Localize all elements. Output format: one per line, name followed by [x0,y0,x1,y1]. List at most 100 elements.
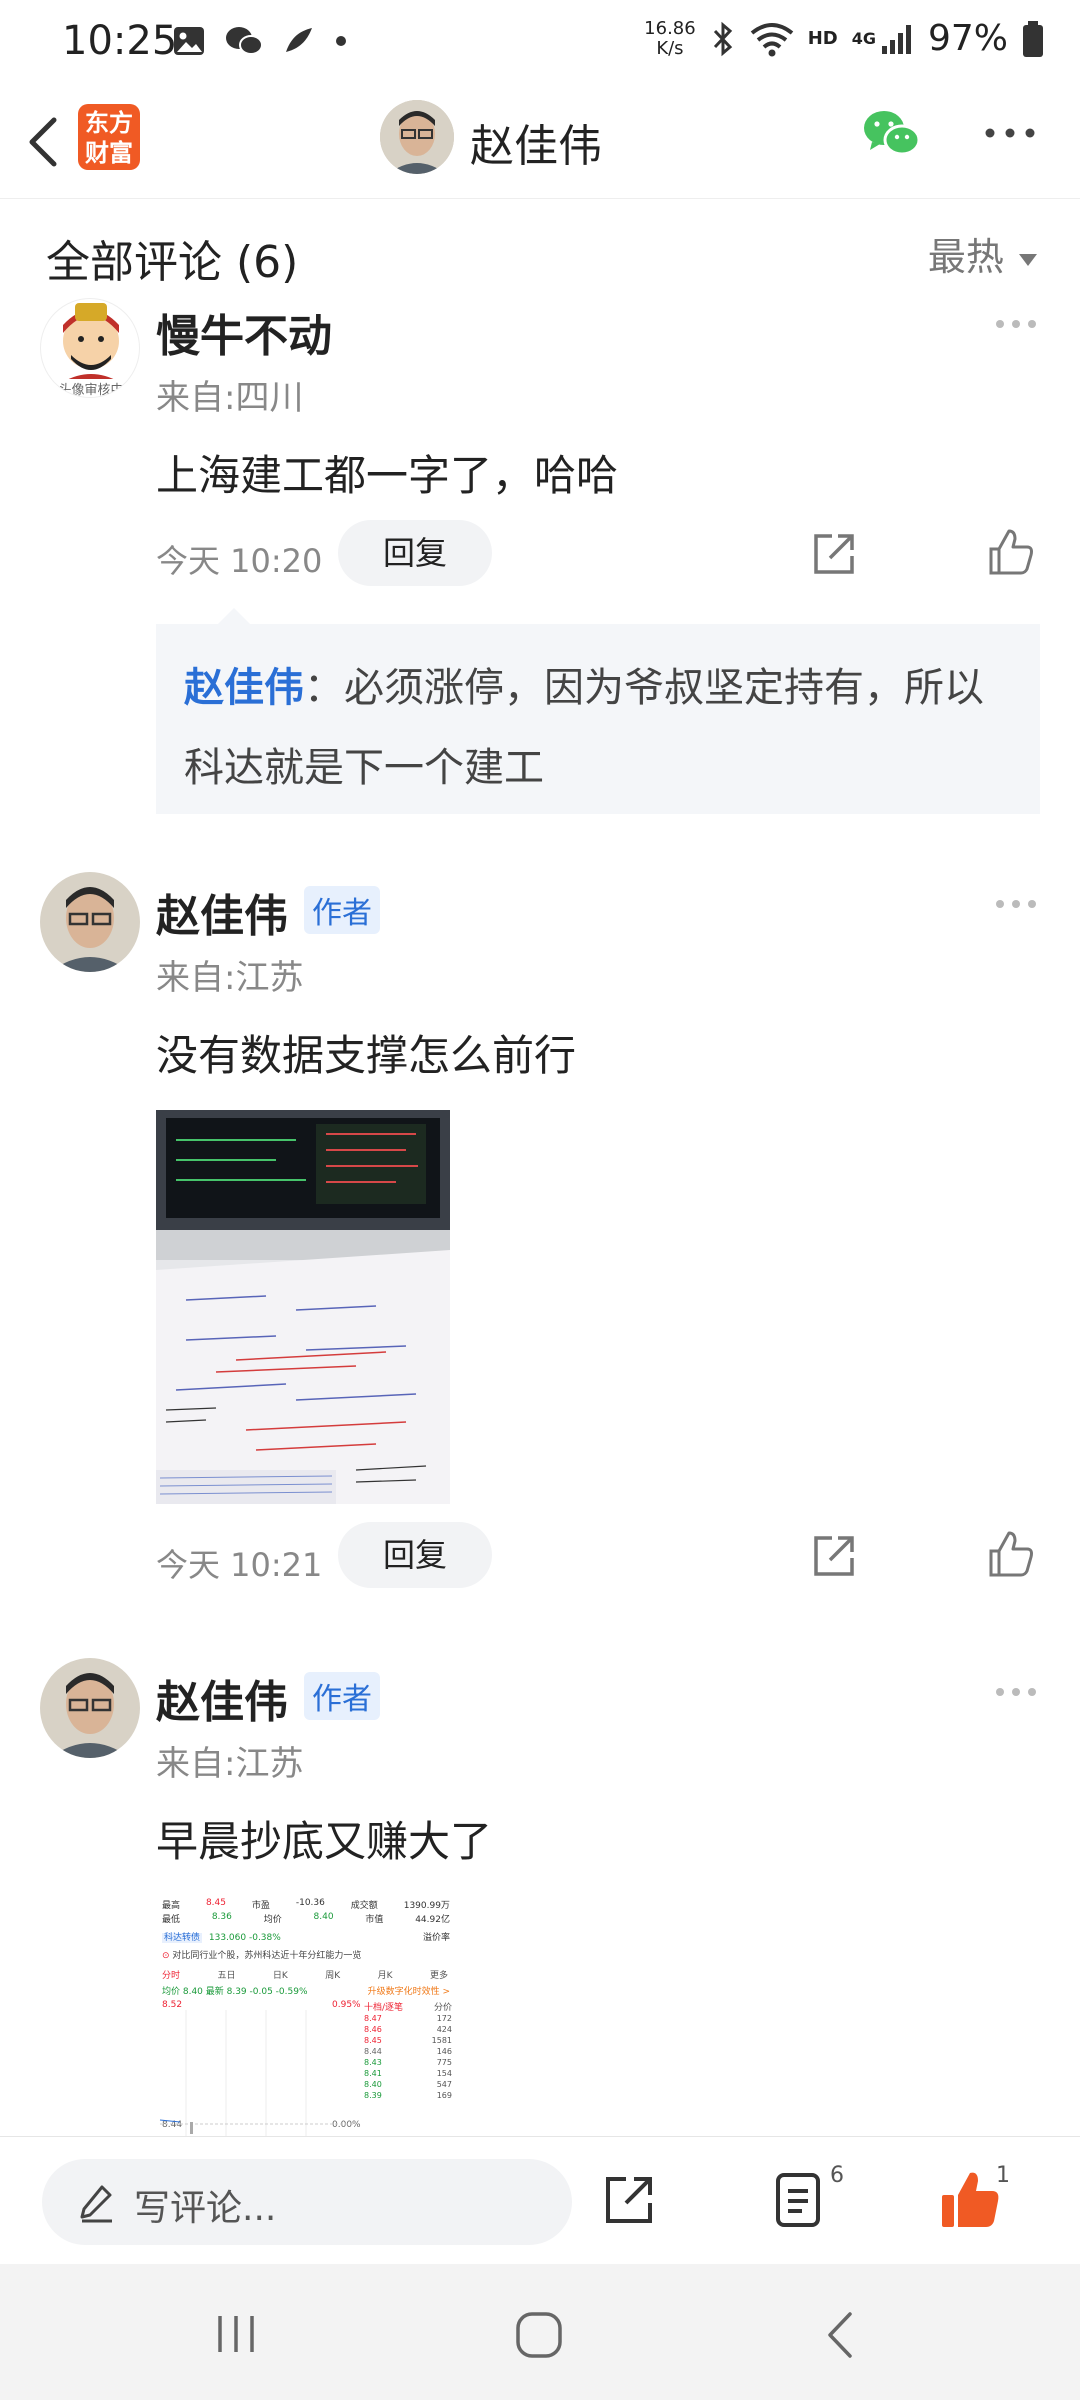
author-tag: 作者 [304,886,380,934]
comment-more-icon[interactable] [994,1686,1038,1698]
gallery-icon [174,27,204,55]
tick-price: 8.39 [364,2091,382,2100]
signal-icon [881,24,911,54]
comments-list-icon[interactable] [774,2171,828,2229]
recent-apps-icon[interactable] [212,2312,260,2356]
chart-tabs: 分时 五日 日K 周K 月K 更多 [162,1971,448,1981]
stock-notice: ⊙ 对比同行业个股，苏州科达近十年分红能力一览 [162,1951,362,1961]
status-right: 16.86 K/s HD 4G 97% [644,18,1044,59]
tick-row: 8.46 424 [364,2024,452,2035]
commenter-location: 来自:江苏 [156,958,304,998]
quoted-reply-text: ：必须涨停，因为爷叔坚定持有，所以科达就是下一个建工 [184,665,984,791]
sort-dropdown[interactable]: 最热 [928,226,1040,281]
write-comment-placeholder: 写评论... [134,2188,277,2229]
network-type: 4G [851,29,876,48]
tick-row: 8.40 547 [364,2079,452,2090]
tick-volume: 172 [436,2014,452,2023]
commenter-avatar[interactable] [40,1658,140,1758]
battery-icon [1023,20,1043,57]
comment-more-icon[interactable] [994,898,1038,910]
stock-row-low: 最低 8.36 均价 8.40 市值 44.92亿 [162,1912,450,1925]
author-avatar[interactable] [380,100,454,174]
status-bar: 10:25 16.86 K/s HD 4G 97% [0,0,1080,88]
top-nav-bar: 东方 财富 赵佳伟 [0,88,1080,199]
tick-price: 8.47 [364,2014,382,2023]
tick-volume: 146 [436,2047,452,2056]
tick-price: 8.40 [364,2080,382,2089]
premium-rate: 溢价率 [422,1933,450,1943]
back-arrow-icon[interactable] [20,112,68,172]
pencil-icon [80,2185,112,2223]
upgrade-hint: 升级数字化时效性 > [367,1987,450,1997]
tick-row: 8.41 154 [364,2068,452,2079]
stock-row-high: 最高 8.45 市盈 -10.36 成交额 1390.99万 [162,1898,450,1911]
quoted-reply-name[interactable]: 赵佳伟 [184,665,304,711]
system-nav-bar [0,2264,1080,2400]
network-speed: 16.86 K/s [644,17,696,59]
tick-price: 8.44 [364,2047,382,2056]
comment-count: 6 [830,2163,844,2188]
like-icon[interactable] [985,1529,1035,1579]
tick-volume: 169 [436,2091,452,2100]
order-book: 十档/逐笔 分价 8.47 172 8.46 424 8.45 1581 8.44 146 8.… [364,2003,452,2101]
share-icon[interactable] [602,2173,656,2227]
tick-volume: 1581 [431,2036,452,2045]
system-back-icon[interactable] [822,2310,858,2360]
tick-price: 8.43 [364,2058,382,2067]
home-icon[interactable] [514,2310,564,2360]
app-notify-icon [286,28,312,52]
battery-percent: 97% [927,18,1008,59]
page-title: 赵佳伟 [470,121,602,172]
comment-time: 今天 10:21 [156,1546,323,1584]
tick-row: 8.39 169 [364,2090,452,2101]
tick-volume: 154 [436,2069,452,2078]
sort-label: 最热 [927,235,1004,279]
commenter-name[interactable]: 赵佳伟 [156,1666,288,1730]
commenter-location: 来自:江苏 [156,1744,304,1784]
pct-top: 0.95% [332,2000,361,2010]
more-options-icon[interactable] [980,118,1040,148]
comment-time: 今天 10:20 [156,542,323,580]
comment-image-notes[interactable] [156,1110,450,1504]
hd-label: HD [807,28,838,49]
commenter-name[interactable]: 赵佳伟 [156,880,288,944]
app-logo[interactable]: 东方 财富 [78,104,140,170]
commenter-name[interactable]: 慢牛不动 [156,300,332,364]
author-tag: 作者 [304,1672,380,1720]
tick-volume: 775 [436,2058,452,2067]
quoted-reply[interactable]: 赵佳伟：必须涨停，因为爷叔坚定持有，所以科达就是下一个建工 [156,624,1040,814]
write-comment-input[interactable]: 写评论... [42,2159,572,2245]
comments-section-title: 全部评论 (6) [46,237,299,288]
quote-pointer [218,608,250,624]
price-top: 8.52 [162,2000,183,2010]
share-icon[interactable] [810,530,858,578]
status-time: 10:25 [62,18,178,64]
tick-row: 8.47 172 [364,2013,452,2024]
commenter-avatar[interactable] [40,872,140,972]
comment-more-icon[interactable] [994,318,1038,330]
comment-text: 上海建工都一字了，哈哈 [156,451,619,500]
bottom-action-bar: 写评论... 6 1 [0,2136,1080,2265]
commenter-location: 来自:四川 [156,378,304,418]
commenter-avatar[interactable]: 头像审核中 [40,298,140,398]
tick-list: 8.47 172 8.46 424 8.45 1581 8.44 146 8.43 775 8.41… [364,2013,452,2101]
wechat-notify-icon [226,27,263,55]
reply-button[interactable]: 回复 [338,1522,492,1588]
quote-line: 均价 8.40 最新 8.39 -0.05 -0.59% [162,1987,308,1997]
bluetooth-icon [713,21,732,56]
like-filled-icon[interactable] [940,2169,1000,2229]
reply-button[interactable]: 回复 [338,520,492,586]
avatar-caption: 头像审核中 [41,379,139,397]
convertible-bond-row: 科达转债 133.060 -0.38% [162,1933,281,1943]
tick-volume: 547 [436,2080,452,2089]
like-icon[interactable] [985,527,1035,577]
caret-down-icon [1019,254,1037,266]
tick-price: 8.46 [364,2025,382,2034]
tick-row: 8.45 1581 [364,2035,452,2046]
share-icon[interactable] [810,1532,858,1580]
tick-row: 8.44 146 [364,2046,452,2057]
comment-image-stock[interactable]: 最高 8.45 市盈 -10.36 成交额 1390.99万 最低 8.36 均… [156,1894,456,2136]
tick-price: 8.41 [364,2069,382,2078]
wechat-share-icon[interactable] [862,106,922,162]
wifi-icon [750,22,793,56]
